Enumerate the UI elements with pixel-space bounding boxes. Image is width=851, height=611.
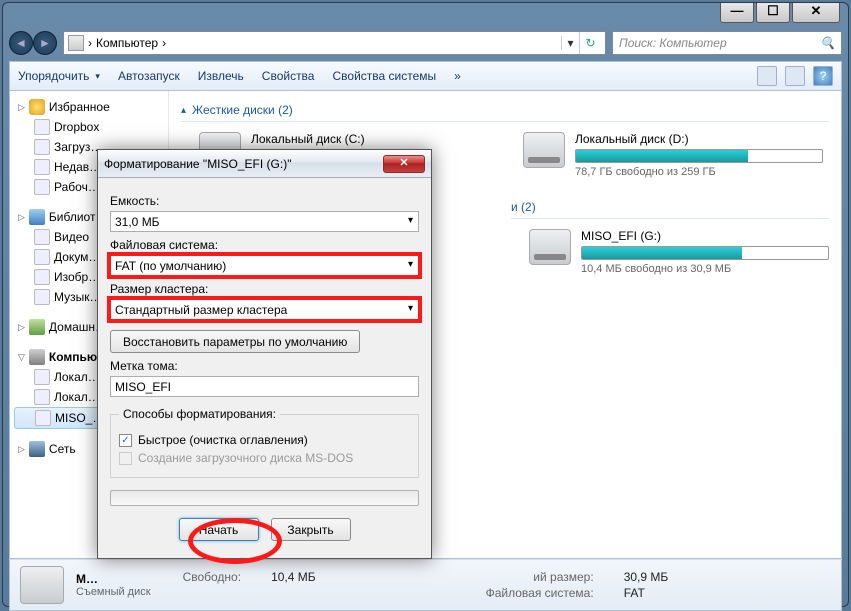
cluster-label: Размер кластера:: [110, 282, 419, 296]
removable-drive-icon: [529, 229, 571, 265]
drive-g[interactable]: MISO_EFI (G:) 10,4 МБ свободно из 30,9 М…: [529, 229, 829, 275]
format-progress-bar: [110, 490, 419, 506]
minimize-button[interactable]: —: [720, 3, 754, 23]
preview-pane-icon[interactable]: [785, 66, 805, 86]
help-icon[interactable]: ?: [813, 66, 833, 86]
navigation-row: ◄ ► › Компьютер › ▾ ↻ Поиск: Компьютер 🔍: [9, 31, 842, 55]
drive-freespace: 78,7 ГБ свободно из 259 ГБ: [575, 166, 823, 178]
nav-back-button[interactable]: ◄: [9, 31, 33, 55]
toolbar-eject[interactable]: Извлечь: [198, 69, 244, 83]
computer-icon: [29, 349, 45, 365]
breadcrumb-sep: ›: [162, 36, 166, 50]
capacity-select[interactable]: 31,0 МБ: [110, 211, 419, 232]
restore-defaults-button[interactable]: Восстановить параметры по умолчанию: [110, 330, 360, 353]
status-free-label: Свободно:: [183, 570, 242, 584]
drive-name: Локальный диск (C:): [251, 132, 499, 146]
toolbar-sys-properties[interactable]: Свойства системы: [332, 69, 436, 83]
volume-label-input[interactable]: [110, 376, 419, 397]
dialog-close-button[interactable]: ✕: [383, 155, 425, 173]
refresh-button[interactable]: ↻: [579, 32, 601, 54]
drive-capacity-bar: [575, 149, 823, 163]
sidebar-favorites[interactable]: ▷Избранное: [10, 97, 168, 117]
search-input[interactable]: Поиск: Компьютер 🔍: [612, 31, 842, 55]
close-button[interactable]: Закрыть: [271, 518, 351, 541]
dropbox-icon: [34, 119, 50, 135]
toolbar: Упорядочить Автозапуск Извлечь Свойства …: [9, 61, 842, 91]
breadcrumb-sep: ›: [88, 36, 92, 50]
msdos-boot-checkbox: [119, 452, 132, 465]
section-hard-disks[interactable]: ▴Жесткие диски (2): [181, 99, 829, 122]
format-options-legend: Способы форматирования:: [119, 407, 280, 421]
format-dialog: Форматирование "MISO_EFI (G:)" ✕ Емкость…: [97, 149, 432, 559]
drive-icon: [34, 389, 50, 405]
drive-name: MISO_EFI (G:): [581, 229, 829, 243]
volume-label-label: Метка тома:: [110, 359, 419, 373]
music-icon: [34, 289, 50, 305]
drive-freespace: 10,4 МБ свободно из 30,9 МБ: [581, 263, 829, 275]
msdos-boot-label: Создание загрузочного диска MS-DOS: [138, 451, 353, 465]
quick-format-label: Быстрое (очистка оглавления): [138, 433, 308, 447]
search-icon: 🔍: [820, 36, 835, 50]
hard-drive-icon: [523, 132, 565, 168]
video-icon: [34, 229, 50, 245]
titlebar-buttons: — ☐ ✕: [718, 3, 840, 23]
documents-icon: [34, 249, 50, 265]
toolbar-organize[interactable]: Упорядочить: [18, 69, 100, 83]
drive-capacity-bar: [581, 246, 829, 260]
status-name: M…: [76, 572, 98, 586]
dialog-title: Форматирование "MISO_EFI (G:)": [104, 157, 383, 171]
status-drive-icon: [20, 566, 64, 604]
status-bar: M… Съемный диск Свободно: 10,4 МБ ий раз…: [9, 559, 842, 611]
nav-forward-button[interactable]: ►: [33, 31, 57, 55]
address-dropdown[interactable]: ▾: [561, 36, 579, 50]
address-bar[interactable]: › Компьютер › ▾ ↻: [63, 31, 606, 55]
sidebar-item-dropbox[interactable]: Dropbox: [10, 117, 168, 137]
star-icon: [29, 99, 45, 115]
folder-icon: [34, 139, 50, 155]
quick-format-checkbox[interactable]: ✓: [119, 434, 132, 447]
homegroup-icon: [29, 319, 45, 335]
start-button[interactable]: Начать: [179, 518, 259, 541]
view-options-icon[interactable]: [757, 66, 777, 86]
network-icon: [29, 441, 45, 457]
breadcrumb-computer[interactable]: Компьютер: [96, 36, 158, 50]
computer-icon: [68, 35, 84, 51]
status-size-label: ий размер:: [486, 570, 594, 584]
recent-icon: [34, 159, 50, 175]
toolbar-properties[interactable]: Свойства: [262, 69, 315, 83]
filesystem-select[interactable]: FAT (по умолчанию): [110, 255, 419, 276]
window-close-button[interactable]: ✕: [792, 3, 840, 23]
libraries-icon: [29, 209, 45, 225]
drive-icon: [35, 410, 51, 426]
capacity-label: Емкость:: [110, 194, 419, 208]
maximize-button[interactable]: ☐: [756, 3, 790, 23]
search-placeholder: Поиск: Компьютер: [619, 36, 727, 50]
status-size-value: 30,9 МБ: [624, 570, 669, 584]
drive-d[interactable]: Локальный диск (D:) 78,7 ГБ свободно из …: [523, 132, 823, 178]
drive-name: Локальный диск (D:): [575, 132, 823, 146]
section-removable[interactable]: и (2): [511, 196, 829, 219]
status-free-value: 10,4 МБ: [271, 570, 316, 584]
pictures-icon: [34, 269, 50, 285]
status-type: Съемный диск: [76, 586, 151, 598]
status-fs-label: Файловая система:: [486, 586, 594, 600]
filesystem-label: Файловая система:: [110, 238, 419, 252]
cluster-select[interactable]: Стандартный размер кластера: [110, 299, 419, 320]
drive-icon: [34, 369, 50, 385]
toolbar-autoplay[interactable]: Автозапуск: [118, 69, 180, 83]
desktop-icon: [34, 179, 50, 195]
format-options-fieldset: Способы форматирования: ✓ Быстрое (очист…: [110, 407, 419, 478]
dialog-titlebar[interactable]: Форматирование "MISO_EFI (G:)" ✕: [98, 150, 431, 178]
status-fs-value: FAT: [624, 586, 669, 600]
